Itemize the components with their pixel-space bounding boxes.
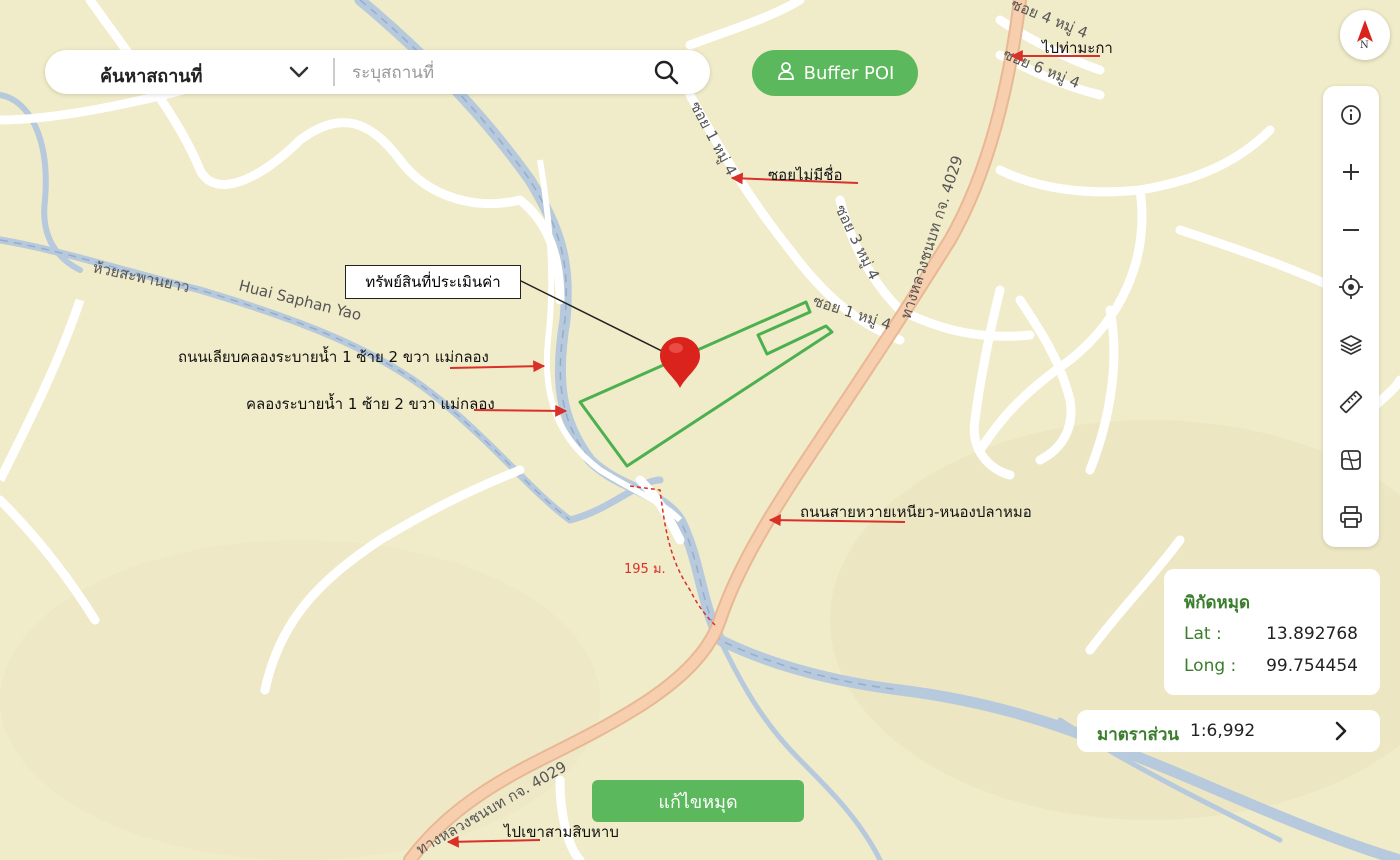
long-label: Long : xyxy=(1184,656,1237,676)
locate-icon[interactable] xyxy=(1337,273,1365,301)
edit-pin-label: แก้ไขหมุด xyxy=(658,791,738,813)
edit-pin-button[interactable]: แก้ไขหมุด xyxy=(592,780,804,822)
compass-button[interactable]: N xyxy=(1340,10,1390,60)
chevron-right-icon[interactable] xyxy=(1331,720,1351,746)
annotation-main-road: ถนนสายหวายเหนียว-หนองปลาหมอ xyxy=(800,503,1032,521)
search-bar: ค้นหาสถานที่ xyxy=(45,50,710,94)
map-toolbar xyxy=(1323,86,1379,547)
search-category-select[interactable]: ค้นหาสถานที่ xyxy=(100,61,202,90)
search-icon[interactable] xyxy=(653,59,679,89)
distance-label: 195 ม. xyxy=(624,562,666,577)
print-icon[interactable] xyxy=(1337,503,1365,531)
search-divider xyxy=(333,58,335,86)
scale-control[interactable]: มาตราส่วน 1:6,992 xyxy=(1077,710,1380,752)
zoom-in-icon[interactable] xyxy=(1337,158,1365,186)
annotation-canal-road: ถนนเลียบคลองระบายน้ำ 1 ซ้าย 2 ขวา แม่กลอ… xyxy=(178,348,489,366)
info-icon[interactable] xyxy=(1337,101,1365,129)
pin-coordinates-title: พิกัดหมุด xyxy=(1184,593,1250,613)
map-style-icon[interactable] xyxy=(1337,446,1365,474)
long-value: 99.754454 xyxy=(1266,656,1358,676)
zoom-out-icon[interactable] xyxy=(1337,216,1365,244)
asset-callout: ทรัพย์สินที่ประเมินค่า xyxy=(345,265,521,299)
lat-value: 13.892768 xyxy=(1266,624,1358,644)
buffer-poi-button[interactable]: Buffer POI xyxy=(752,50,918,96)
lat-label: Lat : xyxy=(1184,624,1222,644)
annotation-canal: คลองระบายน้ำ 1 ซ้าย 2 ขวา แม่กลอง xyxy=(246,395,495,413)
search-input[interactable] xyxy=(350,58,644,88)
annotation-unnamed-soi: ซอยไม่มีชื่อ xyxy=(768,166,843,184)
chevron-down-icon[interactable] xyxy=(287,60,311,88)
scale-value: 1:6,992 xyxy=(1190,721,1256,741)
compass-arrow-icon xyxy=(1357,20,1373,42)
compass-north-label: N xyxy=(1360,40,1369,51)
asset-callout-label: ทรัพย์สินที่ประเมินค่า xyxy=(365,273,501,291)
annotation-to-khao-sam-sip-hap: ไปเขาสามสิบหาบ xyxy=(504,823,619,841)
annotation-to-tha-makha: ไปท่ามะกา xyxy=(1042,39,1113,57)
scale-label: มาตราส่วน xyxy=(1097,725,1180,745)
pin-coordinates-panel: พิกัดหมุด Lat : 13.892768 Long : 99.7544… xyxy=(1164,569,1380,695)
buffer-poi-label: Buffer POI xyxy=(803,62,895,84)
user-icon xyxy=(776,61,796,86)
layers-icon[interactable] xyxy=(1337,331,1365,359)
ruler-icon[interactable] xyxy=(1337,388,1365,416)
